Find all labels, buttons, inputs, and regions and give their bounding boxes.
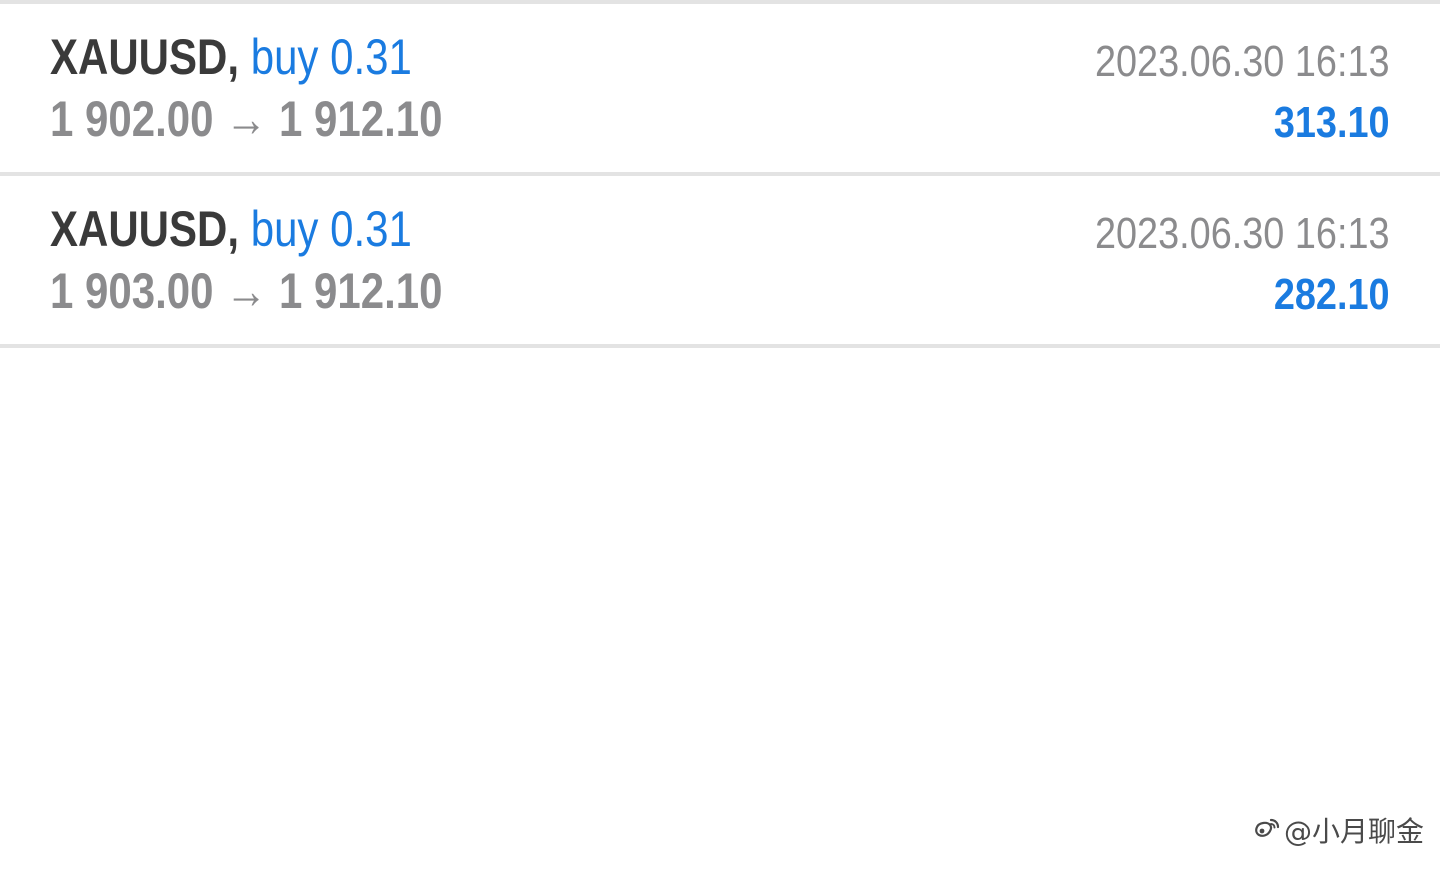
- trade-header: XAUUSD, buy 0.31: [50, 204, 412, 254]
- weibo-logo-icon: [1250, 815, 1280, 845]
- trade-separator: ,: [227, 201, 240, 257]
- trade-symbol: XAUUSD: [50, 29, 228, 85]
- trade-history-list: XAUUSD, buy 0.31 1 902.00 → 1 912.10 2023.…: [0, 4, 1440, 348]
- open-price: 1 903.00: [50, 263, 214, 319]
- arrow-right-icon: →: [225, 91, 268, 147]
- trade-profit: 313.10: [1274, 98, 1390, 147]
- arrow-right-icon: →: [225, 263, 268, 319]
- close-price: 1 912.10: [279, 263, 443, 319]
- watermark-text: @小月聊金: [1283, 815, 1424, 848]
- trade-datetime: 2023.06.30 16:13: [1095, 209, 1390, 258]
- trade-separator: ,: [227, 29, 240, 85]
- watermark: @小月聊金: [1250, 810, 1424, 850]
- trade-prices: 1 903.00 → 1 912.10: [50, 266, 443, 316]
- trade-row[interactable]: XAUUSD, buy 0.31 1 902.00 → 1 912.10 2023.…: [0, 4, 1440, 176]
- trade-datetime: 2023.06.30 16:13: [1095, 37, 1390, 86]
- trade-row[interactable]: XAUUSD, buy 0.31 1 903.00 → 1 912.10 2023.…: [0, 176, 1440, 348]
- trade-profit: 282.10: [1274, 270, 1390, 319]
- trade-header: XAUUSD, buy 0.31: [50, 32, 412, 82]
- trade-side-volume: buy 0.31: [250, 201, 412, 257]
- trade-symbol: XAUUSD: [50, 201, 228, 257]
- trade-prices: 1 902.00 → 1 912.10: [50, 94, 443, 144]
- trade-side-volume: buy 0.31: [250, 29, 412, 85]
- close-price: 1 912.10: [279, 91, 443, 147]
- open-price: 1 902.00: [50, 91, 214, 147]
